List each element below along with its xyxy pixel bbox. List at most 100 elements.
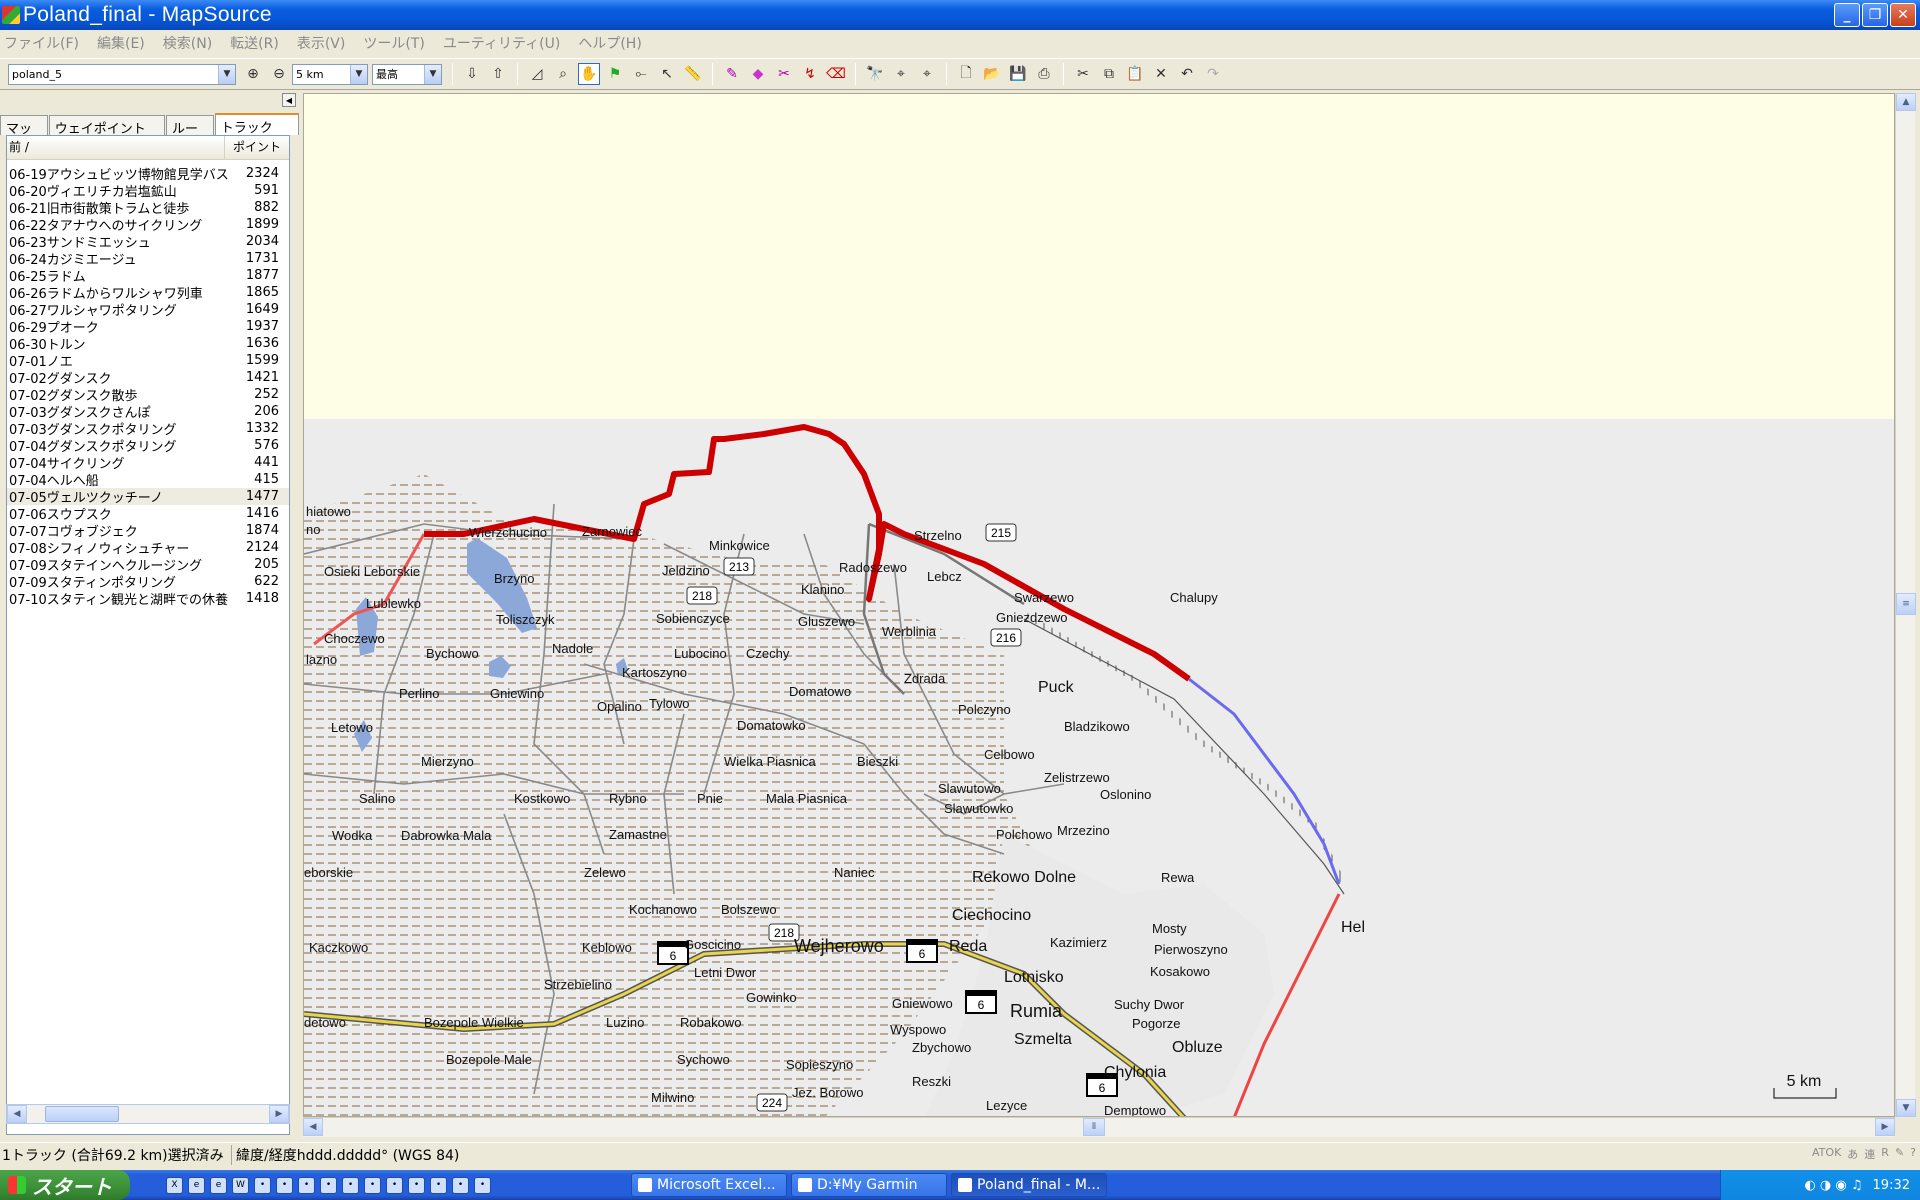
app-icon[interactable]: • [320, 1176, 337, 1194]
scroll-up-icon[interactable]: ▲ [1896, 93, 1916, 111]
track-row[interactable]: 06-29プオーク 1937 [7, 318, 289, 336]
task-mapsource[interactable]: Poland_final - M... [951, 1173, 1107, 1197]
menu-find[interactable]: 検索(N) [163, 33, 212, 53]
menu-view[interactable]: 表示(V) [297, 33, 346, 53]
track-list[interactable]: 前 / ポイント 06-19アウシュビッツ博物館見学バス 2324 06-20ヴィエ… [6, 135, 290, 1135]
split-track-icon[interactable]: ✂ [773, 63, 795, 85]
track-row[interactable]: 07-06スウプスク 1416 [7, 505, 289, 523]
track-row[interactable]: 07-01ノエ 1599 [7, 352, 289, 370]
send-to-device-icon[interactable]: ⇧ [487, 63, 509, 85]
zoom-level-select[interactable]: 5 km ▼ [292, 63, 368, 85]
eraser-tool-icon[interactable]: ◆ [747, 63, 769, 85]
app-icon[interactable]: • [474, 1176, 491, 1194]
copy-icon[interactable]: ⧉ [1098, 63, 1120, 85]
track-row[interactable]: 06-19アウシュビッツ博物館見学バス 2324 [7, 165, 289, 183]
word-icon[interactable]: W [232, 1176, 249, 1194]
track-row[interactable]: 06-30トルン 1636 [7, 335, 289, 353]
track-row[interactable]: 07-09スタテインヘクルージング 205 [7, 556, 289, 574]
track-row[interactable]: 07-02グダンスク 1421 [7, 369, 289, 387]
tray-icons[interactable]: ◐ ◑ ◉ ♫ [1804, 1178, 1862, 1193]
excel-icon[interactable]: X [166, 1176, 183, 1194]
track-list-hscrollbar[interactable]: ◀ ▶ [6, 1104, 290, 1124]
app-icon[interactable]: • [408, 1176, 425, 1194]
menu-tools[interactable]: ツール(T) [363, 33, 424, 53]
map-hscrollbar[interactable]: ◀ ⦀ ▶ [303, 1117, 1895, 1137]
distance-tool-icon[interactable]: 📏 [682, 63, 704, 85]
track-row[interactable]: 07-03グダンスクポタリング 1332 [7, 420, 289, 438]
collapse-panel-button[interactable]: ◀ [282, 93, 296, 107]
hand-tool-icon[interactable]: ✋ [578, 63, 600, 85]
waypoint-tool-icon[interactable]: ⚑ [604, 63, 626, 85]
restore-button[interactable]: ❐ [1862, 3, 1888, 27]
track-row[interactable]: 06-24カジミエージュ 1731 [7, 250, 289, 268]
track-row[interactable]: 06-25ラドム 1877 [7, 267, 289, 285]
ime-help-icon[interactable]: ? [1910, 1146, 1916, 1162]
app-icon[interactable]: • [254, 1176, 271, 1194]
chevron-down-icon[interactable]: ▼ [218, 64, 235, 84]
track-row[interactable]: 07-04サイクリング 441 [7, 454, 289, 472]
zoom-in-icon[interactable]: ⊕ [242, 63, 264, 85]
track-row[interactable]: 06-21旧市街散策トラムと徒歩 882 [7, 199, 289, 217]
column-points-header[interactable]: ポイント [225, 136, 289, 159]
clock[interactable]: 19:32 [1873, 1178, 1910, 1193]
scroll-right-icon[interactable]: ▶ [1875, 1118, 1895, 1136]
cut-icon[interactable]: ✂ [1072, 63, 1094, 85]
detail-select[interactable]: 最高 ▼ [372, 63, 442, 85]
print-icon[interactable]: ⎙ [1033, 63, 1055, 85]
scroll-left-icon[interactable]: ◀ [303, 1118, 323, 1136]
route-tool-icon[interactable]: ⟜ [630, 63, 652, 85]
find-recent-icon[interactable]: ⌖ [916, 63, 938, 85]
map-product-select[interactable]: poland_5 ▼ [8, 63, 236, 85]
scroll-thumb[interactable]: ≡ [1896, 593, 1916, 615]
scroll-down-icon[interactable]: ▼ [1896, 1099, 1916, 1117]
join-track-icon[interactable]: ↯ [799, 63, 821, 85]
undo-icon[interactable]: ↶ [1176, 63, 1198, 85]
chevron-down-icon[interactable]: ▼ [350, 64, 367, 84]
save-icon[interactable]: 💾 [1007, 63, 1029, 85]
erase-track-icon[interactable]: ⌫ [825, 63, 847, 85]
app-icon[interactable]: • [364, 1176, 381, 1194]
task-explorer[interactable]: D:¥My Garmin [791, 1173, 947, 1197]
track-row[interactable]: 07-04ヘルへ船 415 [7, 471, 289, 489]
track-row[interactable]: 07-04グダンスクポタリング 576 [7, 437, 289, 455]
find-icon[interactable]: 🔭 [864, 63, 886, 85]
delete-icon[interactable]: ✕ [1150, 63, 1172, 85]
app-icon[interactable]: • [452, 1176, 469, 1194]
selection-tool-icon[interactable]: ↖ [656, 63, 678, 85]
ime-roman-icon[interactable]: R [1881, 1146, 1889, 1162]
map-vscrollbar[interactable]: ▲ ≡ ▼ [1895, 93, 1916, 1117]
menu-utilities[interactable]: ユーティリティ(U) [443, 33, 561, 53]
ime-mode-icon[interactable]: ATOK [1812, 1146, 1841, 1162]
zoom-out-icon[interactable]: ⊖ [268, 63, 290, 85]
track-row[interactable]: 07-08シフィノウィシュチャー 2124 [7, 539, 289, 557]
mapsource-app-icon[interactable] [2, 6, 20, 24]
ie-icon[interactable]: e [210, 1176, 227, 1194]
menu-help[interactable]: ヘルプ(H) [578, 33, 641, 53]
tab-waypoints[interactable]: ウェイポイント (1) [48, 115, 165, 152]
ime-convert-icon[interactable]: 連 [1864, 1146, 1875, 1162]
tab-tracks[interactable]: トラック(26) [214, 113, 299, 151]
track-row[interactable]: 07-02グダンスク散歩 252 [7, 386, 289, 404]
tab-map[interactable]: マップ [0, 115, 48, 156]
column-name-header[interactable]: 前 / [7, 136, 225, 159]
track-row[interactable]: 06-23サンドミエッシュ 2034 [7, 233, 289, 251]
redo-icon[interactable]: ↷ [1202, 63, 1224, 85]
track-row[interactable]: 07-09スタティンポタリング 622 [7, 573, 289, 591]
menu-edit[interactable]: 編集(E) [97, 33, 145, 53]
close-button[interactable]: ✕ [1890, 3, 1916, 27]
scroll-thumb[interactable] [45, 1106, 119, 1122]
paste-icon[interactable]: 📋 [1124, 63, 1146, 85]
menu-transfer[interactable]: 転送(R) [230, 33, 279, 53]
track-row[interactable]: 07-03グダンスクさんぽ 206 [7, 403, 289, 421]
task-excel[interactable]: Microsoft Excel... [631, 1173, 787, 1197]
find-places-icon[interactable]: ⌖ [890, 63, 912, 85]
scroll-right-icon[interactable]: ▶ [269, 1105, 289, 1123]
track-row[interactable]: 06-26ラドムからワルシャワ列車 1865 [7, 284, 289, 302]
track-row[interactable]: 07-05ヴェルツクッチーノ 1477 [7, 488, 289, 506]
zoom-tool-icon[interactable]: ⌕ [552, 63, 574, 85]
track-row[interactable]: 07-07コヴォブジェク 1874 [7, 522, 289, 540]
scroll-left-icon[interactable]: ◀ [7, 1105, 27, 1123]
ie-icon[interactable]: e [188, 1176, 205, 1194]
start-button[interactable]: スタート [0, 1170, 130, 1200]
minimize-button[interactable]: _ [1834, 3, 1860, 27]
